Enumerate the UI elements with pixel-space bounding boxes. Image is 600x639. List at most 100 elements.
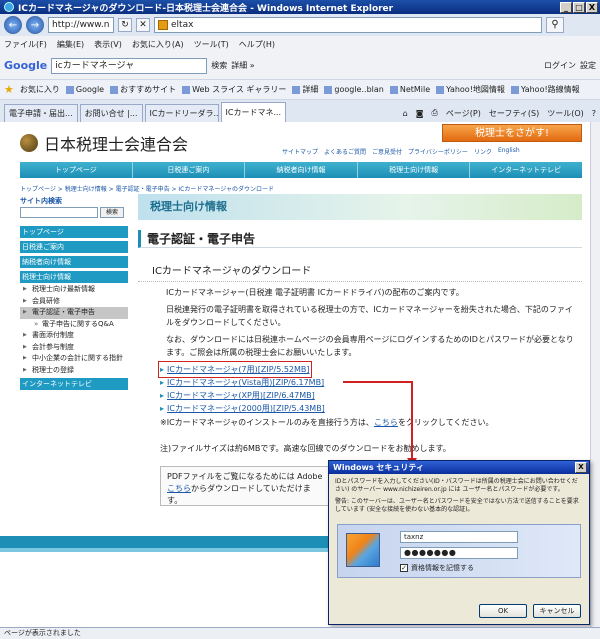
rss-icon[interactable]: ◙ (416, 109, 424, 118)
global-nav: トップページ 日税連ご案内 納税者向け情報 税理士向け情報 インターネットテレビ (20, 162, 582, 178)
utility-link[interactable]: English (498, 147, 520, 156)
fav-item[interactable]: google..blan (324, 85, 384, 94)
adobe-link[interactable]: こちら (167, 484, 191, 493)
menu-tools[interactable]: ツール(T) (194, 39, 229, 50)
sidebar-subsub[interactable]: 電子申告に関するQ&A (20, 319, 128, 331)
address-search-input[interactable]: eltax (154, 17, 542, 33)
password-input[interactable]: ●●●●●●● (400, 547, 518, 559)
home-icon[interactable]: ⌂ (403, 109, 408, 118)
sidebar-cat-tv[interactable]: インターネットテレビ (20, 378, 128, 391)
tab-1[interactable]: 電子申請・届出... (4, 104, 78, 122)
tab-4-active[interactable]: ICカードマネ... (220, 102, 287, 122)
remember-checkbox[interactable]: ✓ 資格情報を記憶する (400, 563, 474, 573)
favicon-icon (110, 85, 119, 94)
sidebar-cat-top[interactable]: トップページ (20, 226, 128, 239)
utility-link[interactable]: よくあるご質問 (324, 147, 366, 156)
username-input[interactable]: taxnz (400, 531, 518, 543)
ie-logo-icon (4, 2, 14, 12)
utility-link[interactable]: サイトマップ (282, 147, 318, 156)
sidebar-cat-about[interactable]: 日税連ご案内 (20, 241, 128, 254)
download-link-2000[interactable]: ICカードマネージャ(2000用)[ZIP/5.43MB] (160, 404, 325, 413)
sidebar-sub[interactable]: 会計参与制度 (20, 342, 128, 354)
fav-item[interactable]: Google (65, 85, 104, 94)
close-button[interactable]: X (586, 1, 598, 13)
sidebar-sub[interactable]: 税理士の登録 (20, 365, 128, 377)
back-button[interactable]: ← (4, 16, 22, 34)
favorites-button[interactable]: お気に入り (20, 84, 60, 95)
google-more-button[interactable]: 詳細 » (231, 60, 254, 71)
google-search-button[interactable]: 検索 (211, 60, 227, 71)
ok-button[interactable]: OK (479, 604, 527, 618)
site-title[interactable]: 日本税理士会連合会 (44, 131, 188, 155)
install-link[interactable]: こちら (374, 418, 398, 427)
dialog-close-button[interactable]: X (575, 462, 587, 473)
fav-item[interactable]: 詳細 (292, 84, 318, 95)
section-heading: ICカードマネージャのダウンロード (138, 262, 582, 282)
print-icon[interactable]: ⎙ (432, 108, 438, 118)
minimize-button[interactable]: _ (560, 1, 572, 13)
menu-file[interactable]: ファイル(F) (4, 39, 47, 50)
gnav-item[interactable]: 日税連ご案内 (133, 162, 246, 178)
sidebar-sub[interactable]: 書面添付制度 (20, 330, 128, 342)
download-link-xp[interactable]: ICカードマネージャ(XP用)[ZIP/6.47MB] (160, 391, 315, 400)
annotation-arrow (343, 381, 413, 383)
utility-link[interactable]: プライバシーポリシー (408, 147, 468, 156)
fav-item[interactable]: Yahoo!路線情報 (510, 84, 580, 95)
gnav-item[interactable]: インターネットテレビ (470, 162, 582, 178)
page-menu[interactable]: ページ(P) (446, 108, 481, 119)
download-link-win7[interactable]: ICカードマネージャ(7用)[ZIP/5.52MB] (158, 361, 312, 378)
site-search-button[interactable]: 検索 (100, 207, 124, 218)
gnav-item[interactable]: トップページ (20, 162, 133, 178)
star-icon: ★ (4, 83, 14, 96)
sidebar-sub-active[interactable]: 電子認証・電子申告 (20, 307, 128, 319)
google-settings-button[interactable]: 設定 (580, 60, 596, 71)
menu-edit[interactable]: 編集(E) (57, 39, 84, 50)
cancel-button[interactable]: キャンセル (533, 604, 581, 618)
menu-view[interactable]: 表示(V) (94, 39, 122, 50)
page-scrollbar[interactable] (590, 122, 600, 627)
stop-icon[interactable]: ✕ (136, 18, 150, 32)
sidebar-cat-taxpayer[interactable]: 納税者向け情報 (20, 256, 128, 269)
site-search-input[interactable] (20, 207, 98, 218)
sidebar-sub[interactable]: 中小企業の会計に関する指針 (20, 353, 128, 365)
fav-item[interactable]: Yahoo!地図情報 (436, 84, 505, 95)
utility-link[interactable]: リンク (474, 147, 492, 156)
safety-menu[interactable]: セーフティ(S) (489, 108, 539, 119)
menu-help[interactable]: ヘルプ(H) (239, 39, 275, 50)
tab-3[interactable]: ICカードリーダラ... (144, 104, 219, 122)
address-input[interactable]: http://www.n (48, 17, 114, 33)
sidebar-sub[interactable]: 税理士向け最新情報 (20, 284, 128, 296)
search-icon[interactable]: ⚲ (546, 17, 564, 33)
sidebar-cat-accountant[interactable]: 税理士向け情報 (20, 271, 128, 284)
google-search-input[interactable]: icカードマネージャ (51, 57, 208, 74)
fav-item[interactable]: NetMile (389, 85, 430, 94)
tools-menu[interactable]: ツール(O) (547, 108, 584, 119)
tab-2[interactable]: お問い合せ |... (79, 104, 143, 122)
utility-link[interactable]: ご意見受付 (372, 147, 402, 156)
gnav-item[interactable]: 税理士向け情報 (358, 162, 471, 178)
favorites-bar: ★ お気に入り Google おすすめサイト Web スライス ギャラリー 詳細… (0, 80, 600, 100)
windows-security-dialog: Windows セキュリティ X IDとパスワードを入力してください(ID・パス… (328, 460, 590, 625)
refresh-icon[interactable]: ↻ (118, 18, 132, 32)
address-row: ← → http://www.n ↻ ✕ eltax ⚲ (0, 14, 600, 36)
help-icon[interactable]: ? (592, 109, 596, 118)
find-tax-accountant-button[interactable]: 税理士をさがす! (442, 124, 582, 142)
filesize-note: 注)ファイルサイズは約6MBです。高速な回線でのダウンロードをお勧めします。 (160, 444, 451, 453)
site-logo-icon (20, 134, 38, 152)
favicon-icon (324, 85, 333, 94)
menu-favorites[interactable]: お気に入り(A) (132, 39, 184, 50)
fav-item[interactable]: おすすめサイト (110, 84, 176, 95)
sidebar: サイト内検索 検索 トップページ 日税連ご案内 納税者向け情報 税理士向け情報 … (20, 196, 128, 391)
google-toolbar: Google icカードマネージャ 検索 詳細 » ログイン 設定 (0, 52, 600, 80)
google-login-button[interactable]: ログイン (544, 60, 576, 71)
install-note: ※ICカードマネージャのインストールのみを直接行う方は、こちらをクリックしてくだ… (138, 417, 582, 429)
sidebar-sub[interactable]: 会員研修 (20, 296, 128, 308)
download-link-vista[interactable]: ICカードマネージャ(Vista用)[ZIP/6.17MB] (160, 378, 324, 387)
command-bar: ⌂ ◙ ⎙ ページ(P) セーフティ(S) ツール(O) ? (403, 104, 600, 122)
gnav-item[interactable]: 納税者向け情報 (245, 162, 358, 178)
maximize-button[interactable]: □ (573, 1, 585, 13)
forward-button[interactable]: → (26, 16, 44, 34)
breadcrumb[interactable]: トップページ > 税理士向け情報 > 電子認証・電子申告 > ICカードマネージ… (20, 184, 274, 193)
fav-item[interactable]: Web スライス ギャラリー (182, 84, 286, 95)
status-bar: ページが表示されました (0, 627, 600, 639)
